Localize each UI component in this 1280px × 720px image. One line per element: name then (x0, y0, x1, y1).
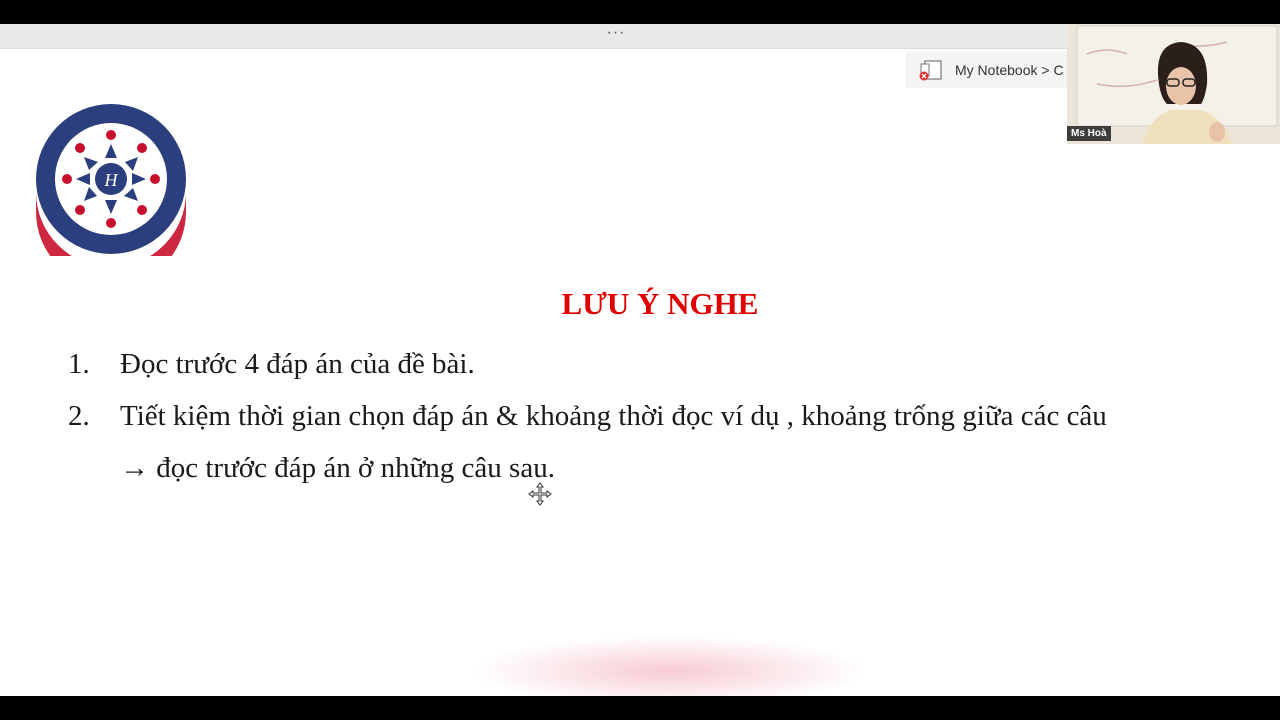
participant-video[interactable]: Ms Hoà (1067, 24, 1280, 144)
list-item-number: 1. (68, 348, 90, 380)
tips-list: 1. Đọc trước 4 đáp án của đề bài. 2. Tiế… (68, 338, 1248, 494)
list-item-text-continued: → đọc trước đáp án ở những câu sau. (120, 452, 555, 484)
decorative-blob (470, 636, 870, 696)
participant-name: Ms Hoà (1067, 126, 1111, 141)
list-item: 1. Đọc trước 4 đáp án của đề bài. (68, 338, 1248, 390)
list-item-number: 2. (68, 400, 90, 432)
more-options-icon[interactable]: ··· (604, 24, 628, 46)
slide-title: LƯU Ý NGHE (561, 286, 759, 321)
slide-viewport: ··· My Notebook > C Ms Hoà H LƯU Ý NGHE … (0, 24, 1280, 696)
svg-text:H: H (104, 170, 119, 190)
onenote-notebook-bar[interactable]: My Notebook > C (906, 52, 1076, 88)
notebook-breadcrumb[interactable]: My Notebook > C (955, 62, 1064, 78)
list-item-text: Đọc trước 4 đáp án của đề bài. (120, 348, 475, 380)
list-item: 2. Tiết kiệm thời gian chọn đáp án & kho… (68, 390, 1248, 494)
brand-logo: H (36, 104, 186, 256)
move-cursor-icon (528, 482, 552, 506)
list-item-text: Tiết kiệm thời gian chọn đáp án & khoảng… (120, 400, 1107, 432)
notebook-icon (919, 60, 942, 81)
